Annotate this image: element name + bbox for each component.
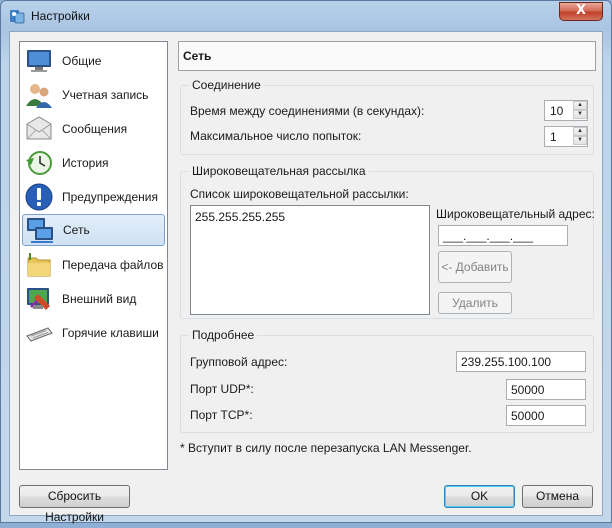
interval-value: 10 bbox=[550, 104, 564, 118]
category-list[interactable]: Общие Учетная запись Сообщения История П… bbox=[19, 41, 168, 470]
spin-up-icon[interactable]: ▲ bbox=[573, 101, 587, 110]
keyboard-icon bbox=[26, 327, 53, 342]
nav-item-label: Сообщения bbox=[62, 122, 128, 136]
nav-item-network[interactable]: Сеть bbox=[22, 214, 165, 246]
panel-title: Сеть bbox=[178, 41, 596, 71]
appearance-icon bbox=[27, 288, 50, 310]
folder-icon bbox=[27, 253, 51, 277]
nav-item-appearance[interactable]: Внешний вид bbox=[22, 283, 165, 315]
cancel-button[interactable]: Отмена bbox=[522, 485, 593, 508]
nav-item-general[interactable]: Общие bbox=[22, 45, 165, 77]
multicast-label: Групповой адрес: bbox=[190, 355, 288, 369]
nav-item-label: Внешний вид bbox=[62, 292, 137, 306]
interval-arrows: ▲ ▼ bbox=[573, 101, 587, 120]
spin-down-icon[interactable]: ▼ bbox=[573, 136, 587, 145]
tcp-port-input[interactable]: 50000 bbox=[506, 405, 586, 426]
spin-down-icon[interactable]: ▼ bbox=[573, 110, 587, 119]
close-icon: X bbox=[575, 3, 587, 18]
exclamation-icon bbox=[25, 183, 53, 211]
app-icon bbox=[10, 10, 25, 24]
reset-settings-button[interactable]: Сбросить Настройки bbox=[19, 485, 130, 524]
network-icon bbox=[27, 218, 53, 243]
spin-up-icon[interactable]: ▲ bbox=[573, 127, 587, 136]
title-bar[interactable]: Настройки X bbox=[1, 1, 611, 31]
udp-port-label: Порт UDP*: bbox=[190, 382, 254, 396]
nav-item-messages[interactable]: Сообщения bbox=[22, 113, 165, 145]
dialog-client: Общие Учетная запись Сообщения История П… bbox=[9, 31, 603, 524]
envelope-icon bbox=[26, 116, 52, 140]
nav-item-hotkeys[interactable]: Горячие клавиши bbox=[22, 317, 165, 349]
nav-item-label: Учетная запись bbox=[62, 88, 149, 102]
group-title: Соединение bbox=[189, 78, 264, 92]
add-button[interactable]: <- Добавить bbox=[438, 251, 512, 283]
multicast-input[interactable]: 239.255.100.100 bbox=[456, 351, 586, 372]
nav-item-history[interactable]: История bbox=[22, 147, 165, 179]
list-item[interactable]: 255.255.255.255 bbox=[195, 210, 285, 224]
broadcast-list[interactable]: 255.255.255.255 bbox=[190, 205, 430, 315]
nav-item-label: Общие bbox=[62, 54, 102, 68]
clock-history-icon bbox=[26, 151, 52, 175]
nav-item-label: Горячие клавиши bbox=[62, 326, 159, 340]
remove-button[interactable]: Удалить bbox=[438, 292, 512, 314]
close-button[interactable]: X bbox=[559, 2, 603, 21]
nav-item-alerts[interactable]: Предупреждения bbox=[22, 181, 165, 213]
interval-label: Время между соединениями (в секундах): bbox=[190, 104, 425, 118]
broadcast-list-label: Список широковещательной рассылки: bbox=[190, 187, 409, 201]
restart-footnote: * Вступит в силу после перезапуска LAN M… bbox=[180, 441, 472, 455]
retries-arrows: ▲ ▼ bbox=[573, 127, 587, 146]
nav-item-label: Сеть bbox=[63, 223, 90, 237]
ok-button[interactable]: OK bbox=[444, 485, 515, 508]
users-icon bbox=[26, 84, 52, 108]
broadcast-address-label: Широковещательный адрес: bbox=[436, 207, 595, 221]
monitor-icon bbox=[27, 50, 51, 72]
broadcast-group: Широковещательная рассылка Список широко… bbox=[180, 164, 595, 319]
retries-value: 1 bbox=[550, 130, 557, 144]
connection-group: Соединение Время между соединениями (в с… bbox=[180, 78, 594, 155]
nav-item-label: История bbox=[62, 156, 109, 170]
settings-window: Настройки X Общие Учетная запись Сообщен… bbox=[0, 0, 612, 524]
nav-item-file-transfer[interactable]: Передача файлов bbox=[22, 249, 165, 281]
window-title: Настройки bbox=[31, 9, 90, 23]
advanced-group: Подробнее Групповой адрес: 239.255.100.1… bbox=[180, 328, 594, 433]
group-title: Подробнее bbox=[189, 328, 258, 342]
retries-label: Максимальное число попыток: bbox=[190, 129, 362, 143]
retries-spinbox[interactable]: 1 ▲ ▼ bbox=[544, 126, 588, 147]
nav-item-label: Предупреждения bbox=[62, 190, 158, 204]
broadcast-address-input[interactable]: ___.___.___.___ bbox=[438, 225, 568, 246]
group-title: Широковещательная рассылка bbox=[189, 164, 369, 178]
interval-spinbox[interactable]: 10 ▲ ▼ bbox=[544, 100, 588, 121]
nav-item-label: Передача файлов bbox=[62, 258, 164, 272]
tcp-port-label: Порт TCP*: bbox=[190, 408, 253, 422]
nav-item-account[interactable]: Учетная запись bbox=[22, 79, 165, 111]
udp-port-input[interactable]: 50000 bbox=[506, 379, 586, 400]
